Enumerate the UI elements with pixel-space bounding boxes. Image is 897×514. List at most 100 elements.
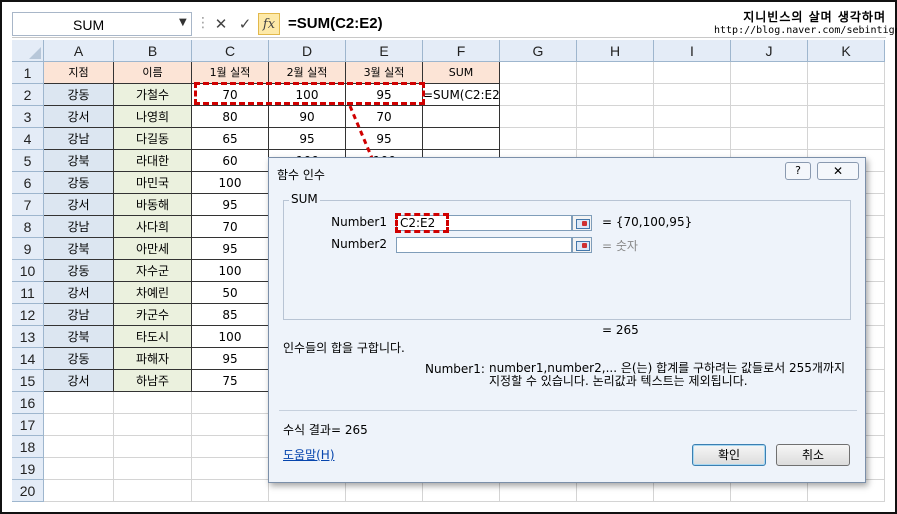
cell[interactable] <box>269 480 346 502</box>
column-header[interactable]: H <box>577 40 654 62</box>
cancel-icon[interactable]: ✕ <box>210 13 232 35</box>
row-header[interactable]: 11 <box>12 282 44 304</box>
cell[interactable] <box>500 128 577 150</box>
row-header[interactable]: 20 <box>12 480 44 502</box>
cell[interactable]: 85 <box>192 304 269 326</box>
column-header[interactable]: A <box>44 40 114 62</box>
cell[interactable] <box>654 62 731 84</box>
row-header[interactable]: 7 <box>12 194 44 216</box>
cell[interactable]: 95 <box>192 194 269 216</box>
cell[interactable] <box>654 480 731 502</box>
cell[interactable]: 하남주 <box>114 370 192 392</box>
row-header[interactable]: 17 <box>12 414 44 436</box>
cell[interactable] <box>114 436 192 458</box>
cell[interactable]: 강동 <box>44 260 114 282</box>
cell[interactable]: 강남 <box>44 216 114 238</box>
cell[interactable] <box>44 458 114 480</box>
cell[interactable]: 강동 <box>44 172 114 194</box>
cell[interactable]: 강남 <box>44 128 114 150</box>
cell[interactable]: 라대한 <box>114 150 192 172</box>
column-header[interactable]: I <box>654 40 731 62</box>
cell[interactable] <box>114 480 192 502</box>
cell[interactable] <box>731 106 808 128</box>
cell[interactable]: 강북 <box>44 238 114 260</box>
cell[interactable]: 3월 실적 <box>346 62 423 84</box>
cell[interactable] <box>44 392 114 414</box>
cell[interactable] <box>500 480 577 502</box>
cell[interactable]: 강서 <box>44 194 114 216</box>
column-header[interactable]: B <box>114 40 192 62</box>
cell[interactable] <box>654 84 731 106</box>
insert-function-icon[interactable]: fx <box>258 13 280 35</box>
cell[interactable] <box>192 480 269 502</box>
cell[interactable]: 65 <box>192 128 269 150</box>
cell[interactable] <box>44 414 114 436</box>
cancel-button[interactable]: 취소 <box>776 444 850 466</box>
chevron-down-icon[interactable]: ▼ <box>179 17 187 28</box>
row-header[interactable]: 19 <box>12 458 44 480</box>
cell[interactable]: 95 <box>192 238 269 260</box>
cell[interactable]: 나영희 <box>114 106 192 128</box>
cell[interactable]: 이름 <box>114 62 192 84</box>
cell[interactable] <box>577 62 654 84</box>
row-header[interactable]: 4 <box>12 128 44 150</box>
row-header[interactable]: 2 <box>12 84 44 106</box>
cell[interactable] <box>731 480 808 502</box>
cell[interactable]: 바동해 <box>114 194 192 216</box>
cell[interactable]: SUM <box>423 62 500 84</box>
row-header[interactable]: 14 <box>12 348 44 370</box>
close-icon[interactable]: ✕ <box>817 162 859 180</box>
cell[interactable]: 카군수 <box>114 304 192 326</box>
cell[interactable] <box>808 106 885 128</box>
row-header[interactable]: 12 <box>12 304 44 326</box>
cell[interactable] <box>577 106 654 128</box>
cell[interactable]: 강동 <box>44 348 114 370</box>
cell[interactable]: 강서 <box>44 370 114 392</box>
formula-input[interactable]: =SUM(C2:E2) <box>284 12 714 36</box>
cell[interactable]: 1월 실적 <box>192 62 269 84</box>
row-header[interactable]: 9 <box>12 238 44 260</box>
cell[interactable] <box>423 106 500 128</box>
cell[interactable] <box>423 128 500 150</box>
column-header[interactable]: D <box>269 40 346 62</box>
cell[interactable] <box>577 128 654 150</box>
cell[interactable] <box>808 480 885 502</box>
ok-button[interactable]: 확인 <box>692 444 766 466</box>
cell[interactable] <box>731 84 808 106</box>
cell[interactable]: 다길동 <box>114 128 192 150</box>
row-header[interactable]: 3 <box>12 106 44 128</box>
cell[interactable] <box>500 84 577 106</box>
cell[interactable]: 강동 <box>44 84 114 106</box>
cell[interactable] <box>808 128 885 150</box>
cell[interactable]: 100 <box>192 326 269 348</box>
cell[interactable]: 타도시 <box>114 326 192 348</box>
cell[interactable] <box>654 128 731 150</box>
cell[interactable] <box>731 128 808 150</box>
cell[interactable]: 강남 <box>44 304 114 326</box>
cell[interactable] <box>808 62 885 84</box>
cell[interactable] <box>500 106 577 128</box>
cell[interactable]: 차예린 <box>114 282 192 304</box>
help-icon[interactable]: ? <box>785 162 811 180</box>
cell[interactable]: 아만세 <box>114 238 192 260</box>
row-header[interactable]: 8 <box>12 216 44 238</box>
cell[interactable]: 90 <box>269 106 346 128</box>
collapse-dialog-icon[interactable] <box>572 215 592 231</box>
cell[interactable] <box>44 436 114 458</box>
cell[interactable]: 강서 <box>44 282 114 304</box>
cell[interactable] <box>192 392 269 414</box>
cell[interactable] <box>192 436 269 458</box>
cell[interactable] <box>114 392 192 414</box>
cell[interactable] <box>577 84 654 106</box>
cell[interactable]: 70 <box>192 216 269 238</box>
row-header[interactable]: 1 <box>12 62 44 84</box>
cell[interactable] <box>114 414 192 436</box>
cell[interactable] <box>192 414 269 436</box>
cell[interactable]: 가철수 <box>114 84 192 106</box>
row-header[interactable]: 6 <box>12 172 44 194</box>
cell[interactable]: =SUM(C2:E2) <box>423 84 500 106</box>
splitter-handle[interactable]: ⋮ <box>196 12 210 36</box>
cell[interactable]: 사다희 <box>114 216 192 238</box>
cell[interactable]: 마민국 <box>114 172 192 194</box>
column-header[interactable]: G <box>500 40 577 62</box>
